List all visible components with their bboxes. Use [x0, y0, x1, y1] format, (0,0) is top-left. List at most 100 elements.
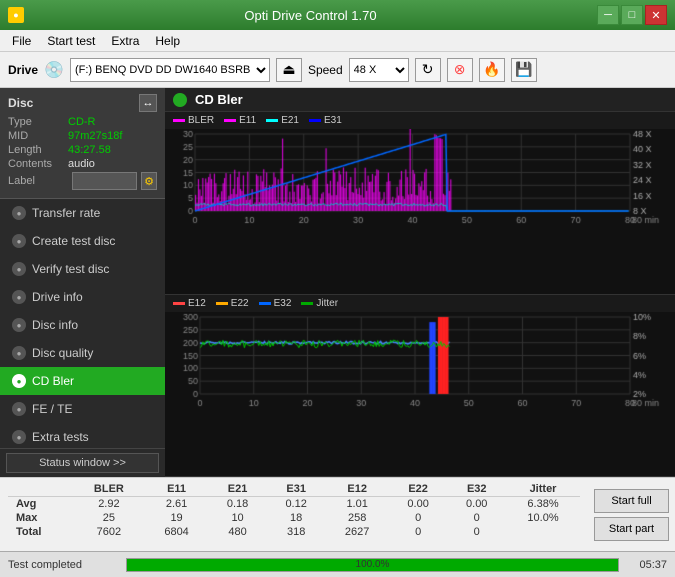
drive-info-icon: ●: [12, 290, 26, 304]
top-chart-legend: BLER E11 E21 E31: [165, 112, 675, 129]
contents-label: Contents: [8, 158, 68, 170]
status-window-button[interactable]: Status window >>: [6, 453, 159, 473]
stats-header-e22: E22: [389, 482, 448, 497]
eject-button[interactable]: ⏏: [276, 58, 302, 82]
stats-table: BLER E11 E21 E31 E12 E22 E32 Jitter Avg …: [0, 478, 588, 551]
max-label: Max: [8, 511, 73, 525]
max-jitter: 10.0%: [506, 511, 580, 525]
transfer-rate-icon: ●: [12, 206, 26, 220]
max-e31: 18: [267, 511, 326, 525]
refresh-button[interactable]: ↻: [415, 58, 441, 82]
create-test-disc-icon: ●: [12, 234, 26, 248]
title-bar: ● Opti Drive Control 1.70 ─ □ ✕: [0, 0, 675, 30]
legend-e11: E11: [224, 115, 256, 126]
stats-buttons: Start full Start part: [588, 478, 675, 551]
sidebar-item-verify-test-disc[interactable]: ● Verify test disc: [0, 255, 165, 283]
bottom-status: Test completed: [8, 559, 118, 571]
toolbar: Drive 💿 (F:) BENQ DVD DD DW1640 BSRB ⏏ S…: [0, 52, 675, 88]
bottom-chart-svg-container: [165, 312, 675, 412]
total-e32: 0: [447, 525, 506, 539]
drive-label: Drive: [8, 63, 38, 77]
top-chart-panel: BLER E11 E21 E31: [165, 112, 675, 295]
menu-start-test[interactable]: Start test: [39, 32, 103, 50]
e11-label: E11: [239, 115, 256, 126]
max-e12: 258: [325, 511, 388, 525]
create-test-disc-label: Create test disc: [32, 234, 115, 248]
legend-e21: E21: [266, 115, 299, 126]
legend-e22: E22: [216, 298, 249, 309]
menu-extra[interactable]: Extra: [103, 32, 147, 50]
legend-e32: E32: [259, 298, 292, 309]
disc-label-label: Label: [8, 175, 68, 187]
close-button[interactable]: ✕: [645, 5, 667, 25]
drive-select[interactable]: (F:) BENQ DVD DD DW1640 BSRB: [70, 58, 270, 82]
stats-header-jitter: Jitter: [506, 482, 580, 497]
jitter-color: [301, 302, 313, 305]
save-button[interactable]: 💾: [511, 58, 537, 82]
avg-label: Avg: [8, 497, 73, 512]
stats-header-e11: E11: [145, 482, 208, 497]
write-button[interactable]: 🔥: [479, 58, 505, 82]
e31-color: [309, 119, 321, 122]
disc-refresh-button[interactable]: ↔: [139, 94, 157, 112]
type-value: CD-R: [68, 116, 96, 128]
mid-label: MID: [8, 130, 68, 142]
minimize-button[interactable]: ─: [597, 5, 619, 25]
avg-e22: 0.00: [389, 497, 448, 512]
max-bler: 25: [73, 511, 145, 525]
top-chart-canvas: [165, 129, 675, 229]
e32-label: E32: [274, 298, 292, 309]
sidebar: Disc ↔ Type CD-R MID 97m27s18f Length 43…: [0, 88, 165, 477]
bler-color: [173, 119, 185, 122]
jitter-label: Jitter: [316, 298, 338, 309]
sidebar-item-extra-tests[interactable]: ● Extra tests: [0, 423, 165, 448]
window-controls: ─ □ ✕: [597, 5, 667, 25]
sidebar-item-fe-te[interactable]: ● FE / TE: [0, 395, 165, 423]
sidebar-nav: ● Transfer rate ● Create test disc ● Ver…: [0, 199, 165, 448]
drive-info-label: Drive info: [32, 290, 83, 304]
disc-panel-title: Disc: [8, 96, 33, 110]
total-e21: 480: [208, 525, 267, 539]
total-label: Total: [8, 525, 73, 539]
total-bler: 7602: [73, 525, 145, 539]
sidebar-item-disc-info[interactable]: ● Disc info: [0, 311, 165, 339]
menu-help[interactable]: Help: [147, 32, 188, 50]
stats-header-bler: BLER: [73, 482, 145, 497]
start-full-button[interactable]: Start full: [594, 489, 669, 513]
avg-bler: 2.92: [73, 497, 145, 512]
sidebar-item-cd-bler[interactable]: ● CD Bler: [0, 367, 165, 395]
cd-bler-label: CD Bler: [32, 374, 74, 388]
label-icon-button[interactable]: ⚙: [141, 172, 157, 190]
e22-color: [216, 302, 228, 305]
app-icon: ●: [8, 7, 24, 23]
speed-select[interactable]: 48 X: [349, 58, 409, 82]
disc-quality-icon: ●: [12, 346, 26, 360]
sidebar-item-disc-quality[interactable]: ● Disc quality: [0, 339, 165, 367]
verify-test-disc-icon: ●: [12, 262, 26, 276]
maximize-button[interactable]: □: [621, 5, 643, 25]
sidebar-item-create-test-disc[interactable]: ● Create test disc: [0, 227, 165, 255]
bottom-chart-panel: E12 E22 E32 Jitter: [165, 295, 675, 478]
sidebar-item-drive-info[interactable]: ● Drive info: [0, 283, 165, 311]
sidebar-item-transfer-rate[interactable]: ● Transfer rate: [0, 199, 165, 227]
total-e12: 2627: [325, 525, 388, 539]
e12-color: [173, 302, 185, 305]
elapsed-time: 05:37: [627, 559, 667, 571]
stats-header-e32: E32: [447, 482, 506, 497]
stats-header-e12: E12: [325, 482, 388, 497]
legend-bler: BLER: [173, 115, 214, 126]
menu-file[interactable]: File: [4, 32, 39, 50]
total-e22: 0: [389, 525, 448, 539]
label-input[interactable]: [72, 172, 137, 190]
erase-button[interactable]: ⊗: [447, 58, 473, 82]
avg-jitter: 6.38%: [506, 497, 580, 512]
drive-icon: 💿: [44, 60, 64, 80]
start-part-button[interactable]: Start part: [594, 517, 669, 541]
content-area: CD Bler BLER E11 E21 E31: [165, 88, 675, 477]
bottom-chart-legend: E12 E22 E32 Jitter: [165, 295, 675, 312]
bottom-bar: Test completed 100.0% 05:37: [0, 551, 675, 577]
e21-label: E21: [281, 115, 299, 126]
progress-text: 100.0%: [127, 559, 618, 571]
disc-panel: Disc ↔ Type CD-R MID 97m27s18f Length 43…: [0, 88, 165, 199]
total-e31: 318: [267, 525, 326, 539]
